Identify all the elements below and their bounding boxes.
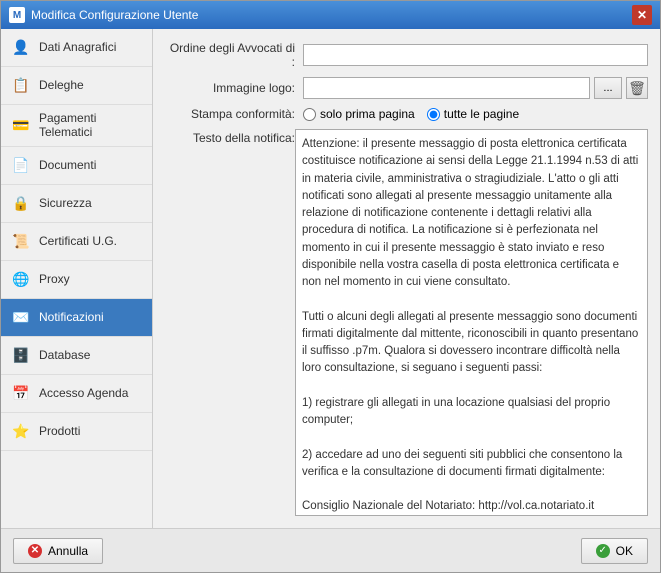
sidebar-label-certificati-ug: Certificati U.G.: [39, 234, 117, 248]
browse-button[interactable]: ...: [594, 77, 622, 99]
immagine-label: Immagine logo:: [165, 81, 295, 95]
sidebar-label-deleghe: Deleghe: [39, 78, 84, 92]
sidebar-item-deleghe[interactable]: 📋 Deleghe: [1, 67, 152, 105]
radio-solo-prima-label: solo prima pagina: [320, 107, 415, 121]
sidebar-label-sicurezza: Sicurezza: [39, 196, 92, 210]
sidebar-item-accesso-agenda[interactable]: 📅 Accesso Agenda: [1, 375, 152, 413]
sidebar-icon-documenti: 📄: [9, 153, 33, 177]
radio-tutte-pagine-input[interactable]: [427, 108, 440, 121]
sidebar-label-dati-anagrafici: Dati Anagrafici: [39, 40, 116, 54]
sidebar-item-notificazioni[interactable]: ✉️ Notificazioni: [1, 299, 152, 337]
close-button[interactable]: ✕: [632, 5, 652, 25]
main-content: Ordine degli Avvocati di : Immagine logo…: [153, 29, 660, 528]
sidebar-item-sicurezza[interactable]: 🔒 Sicurezza: [1, 185, 152, 223]
sidebar-label-proxy: Proxy: [39, 272, 70, 286]
title-bar-left: M Modifica Configurazione Utente: [9, 7, 198, 23]
sidebar-label-documenti: Documenti: [39, 158, 96, 172]
sidebar-icon-deleghe: 📋: [9, 74, 33, 98]
bottom-bar: ✕ Annulla ✓ OK: [1, 528, 660, 572]
sidebar-item-dati-anagrafici[interactable]: 👤 Dati Anagrafici: [1, 29, 152, 67]
sidebar: 👤 Dati Anagrafici 📋 Deleghe 💳Pagamenti Telem…: [1, 29, 153, 528]
ok-button[interactable]: ✓ OK: [581, 538, 648, 564]
annulla-label: Annulla: [48, 544, 88, 558]
testo-row: Testo della notifica:: [165, 129, 648, 516]
sidebar-item-certificati-ug[interactable]: 📜 Certificati U.G.: [1, 223, 152, 261]
sidebar-item-pagamenti-telematici[interactable]: 💳Pagamenti Telematici: [1, 105, 152, 147]
radio-group: solo prima pagina tutte le pagine: [303, 107, 519, 121]
sidebar-item-documenti[interactable]: 📄 Documenti: [1, 147, 152, 185]
ok-label: OK: [616, 544, 633, 558]
window-body: 👤 Dati Anagrafici 📋 Deleghe 💳Pagamenti Telem…: [1, 29, 660, 528]
logo-input[interactable]: [303, 77, 590, 99]
radio-tutte-pagine[interactable]: tutte le pagine: [427, 107, 519, 121]
sidebar-icon-notificazioni: ✉️: [9, 305, 33, 329]
annulla-button[interactable]: ✕ Annulla: [13, 538, 103, 564]
sidebar-label-notificazioni: Notificazioni: [39, 310, 104, 324]
stampa-label: Stampa conformità:: [165, 107, 295, 121]
sidebar-item-prodotti[interactable]: ⭐ Prodotti: [1, 413, 152, 451]
sidebar-icon-sicurezza: 🔒: [9, 191, 33, 215]
sidebar-label-pagamenti-telematici: Pagamenti Telematici: [39, 111, 144, 140]
window-icon: M: [9, 7, 25, 23]
sidebar-item-proxy[interactable]: 🌐 Proxy: [1, 261, 152, 299]
sidebar-label-prodotti: Prodotti: [39, 424, 80, 438]
sidebar-icon-database: 🗄️: [9, 343, 33, 367]
delete-icon: 🗑: [628, 80, 646, 97]
ordine-input[interactable]: [303, 44, 648, 66]
ok-icon: ✓: [596, 544, 610, 558]
stampa-row: Stampa conformità: solo prima pagina tut…: [165, 107, 648, 121]
radio-solo-prima[interactable]: solo prima pagina: [303, 107, 415, 121]
main-window: M Modifica Configurazione Utente ✕ 👤 Dati…: [0, 0, 661, 573]
delete-button[interactable]: 🗑: [626, 77, 648, 99]
title-bar: M Modifica Configurazione Utente ✕: [1, 1, 660, 29]
testo-label: Testo della notifica:: [165, 129, 295, 516]
sidebar-label-accesso-agenda: Accesso Agenda: [39, 386, 128, 400]
sidebar-icon-dati-anagrafici: 👤: [9, 36, 33, 60]
window-title: Modifica Configurazione Utente: [31, 8, 198, 22]
annulla-icon: ✕: [28, 544, 42, 558]
sidebar-icon-accesso-agenda: 📅: [9, 381, 33, 405]
sidebar-icon-prodotti: ⭐: [9, 419, 33, 443]
radio-solo-prima-input[interactable]: [303, 108, 316, 121]
sidebar-item-database[interactable]: 🗄️ Database: [1, 337, 152, 375]
sidebar-icon-pagamenti-telematici: 💳: [9, 113, 33, 137]
radio-tutte-pagine-label: tutte le pagine: [444, 107, 519, 121]
ordine-label: Ordine degli Avvocati di :: [165, 41, 295, 69]
immagine-row: Immagine logo: ... 🗑: [165, 77, 648, 99]
sidebar-label-database: Database: [39, 348, 90, 362]
sidebar-icon-proxy: 🌐: [9, 267, 33, 291]
testo-textarea[interactable]: [295, 129, 648, 516]
ordine-row: Ordine degli Avvocati di :: [165, 41, 648, 69]
sidebar-icon-certificati-ug: 📜: [9, 229, 33, 253]
